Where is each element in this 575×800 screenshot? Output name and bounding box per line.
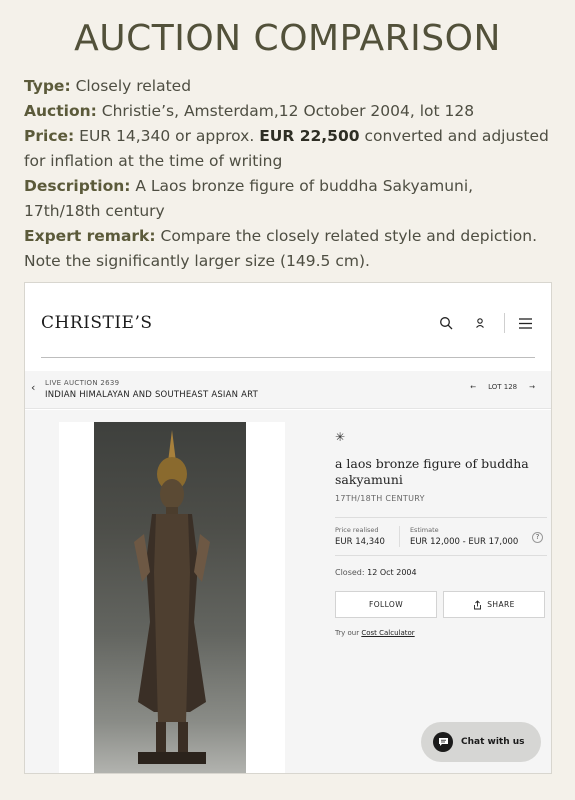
remark-row: Expert remark: Compare the closely relat… — [24, 224, 554, 274]
breadcrumb-auction-number[interactable]: LIVE AUCTION 2639 — [45, 379, 119, 387]
estimate-value: EUR 12,000 - EUR 17,000 — [409, 537, 519, 547]
auction-value: Christie’s, Amsterdam,12 October 2004, l… — [101, 102, 475, 120]
page-heading: AUCTION COMPARISON — [74, 18, 501, 59]
cost-calculator-line: Try our Cost Calculator — [335, 629, 547, 637]
type-row: Type: Closely related — [24, 74, 554, 99]
follow-button[interactable]: FOLLOW — [335, 591, 437, 618]
price-block: Price realised EUR 14,340 Estimate EUR 1… — [335, 526, 547, 547]
auction-row: Auction: Christie’s, Amsterdam,12 Octobe… — [24, 99, 554, 124]
estimate: Estimate EUR 12,000 - EUR 17,000 — [398, 526, 519, 547]
search-icon[interactable] — [436, 313, 456, 333]
share-icon — [474, 599, 482, 609]
price-divider — [335, 555, 547, 556]
remark-label: Expert remark: — [24, 227, 156, 245]
chat-label: Chat with us — [461, 737, 525, 747]
lot-details: ✳ a laos bronze figure of buddha sakyamu… — [335, 430, 547, 637]
estimate-label: Estimate — [409, 526, 439, 534]
asterisk-icon: ✳ — [335, 430, 346, 444]
help-icon[interactable]: ? — [532, 532, 543, 543]
lot-title: a laos bronze figure of buddha sakyamuni — [335, 456, 529, 487]
site-header: CHRISTIE’S — [25, 283, 551, 369]
lot-content: ✳ a laos bronze figure of buddha sakyamu… — [25, 410, 551, 773]
price-realised-value: EUR 14,340 — [335, 537, 385, 547]
prev-lot-arrow-icon[interactable]: ← — [470, 383, 476, 391]
price-realised: Price realised EUR 14,340 — [335, 526, 385, 547]
type-value: Closely related — [75, 77, 192, 95]
share-button[interactable]: SHARE — [443, 591, 545, 618]
chat-with-us-button[interactable]: Chat with us — [421, 722, 541, 762]
description-label: Description: — [24, 177, 131, 195]
christies-logo[interactable]: CHRISTIE’S — [41, 313, 153, 333]
closed-value: 12 Oct 2004 — [367, 568, 417, 577]
comparison-info: Type: Closely related Auction: Christie’… — [24, 74, 554, 274]
lot-navigator: ← LOT 128 → — [464, 383, 541, 391]
header-icons — [436, 313, 535, 333]
price-realised-label: Price realised — [335, 526, 379, 534]
next-lot-arrow-icon[interactable]: → — [529, 383, 535, 391]
share-label: SHARE — [487, 600, 515, 609]
buddha-photo — [94, 422, 246, 773]
cost-calculator-link[interactable]: Cost Calculator — [361, 629, 414, 637]
user-icon[interactable] — [470, 313, 490, 333]
closed-date: Closed: 12 Oct 2004 — [335, 568, 547, 577]
breadcrumb: ‹ LIVE AUCTION 2639 INDIAN HIMALAYAN AND… — [25, 371, 551, 409]
lot-century: 17TH/18TH CENTURY — [335, 494, 425, 503]
action-buttons: FOLLOW SHARE — [335, 591, 547, 618]
christies-lot-screenshot: CHRISTIE’S ‹ LIVE AUCTION 2639 INDIAN HI… — [24, 282, 552, 774]
back-chevron-icon[interactable]: ‹ — [31, 381, 35, 394]
header-divider — [504, 313, 505, 333]
header-rule — [41, 357, 535, 358]
details-divider — [335, 517, 547, 518]
description-line1: A Laos bronze figure of buddha Sakyamuni… — [135, 177, 474, 195]
price-prefix: EUR 14,340 or approx. — [79, 127, 255, 145]
type-label: Type: — [24, 77, 71, 95]
price-row: Price: EUR 14,340 or approx. EUR 22,500 … — [24, 124, 554, 174]
calc-prefix: Try our — [335, 629, 360, 637]
description-line2: 17th/18th century — [24, 202, 165, 220]
auction-label: Auction: — [24, 102, 97, 120]
menu-icon[interactable] — [515, 313, 535, 333]
description-row: Description: A Laos bronze figure of bud… — [24, 174, 554, 224]
breadcrumb-sale-title[interactable]: INDIAN HIMALAYAN AND SOUTHEAST ASIAN ART — [45, 390, 258, 400]
lot-image-frame[interactable] — [59, 422, 285, 773]
closed-label: Closed: — [335, 568, 365, 577]
chat-bubble-icon — [433, 732, 453, 752]
price-highlight: EUR 22,500 — [259, 127, 360, 145]
price-label: Price: — [24, 127, 75, 145]
lot-number: LOT 128 — [488, 383, 518, 391]
